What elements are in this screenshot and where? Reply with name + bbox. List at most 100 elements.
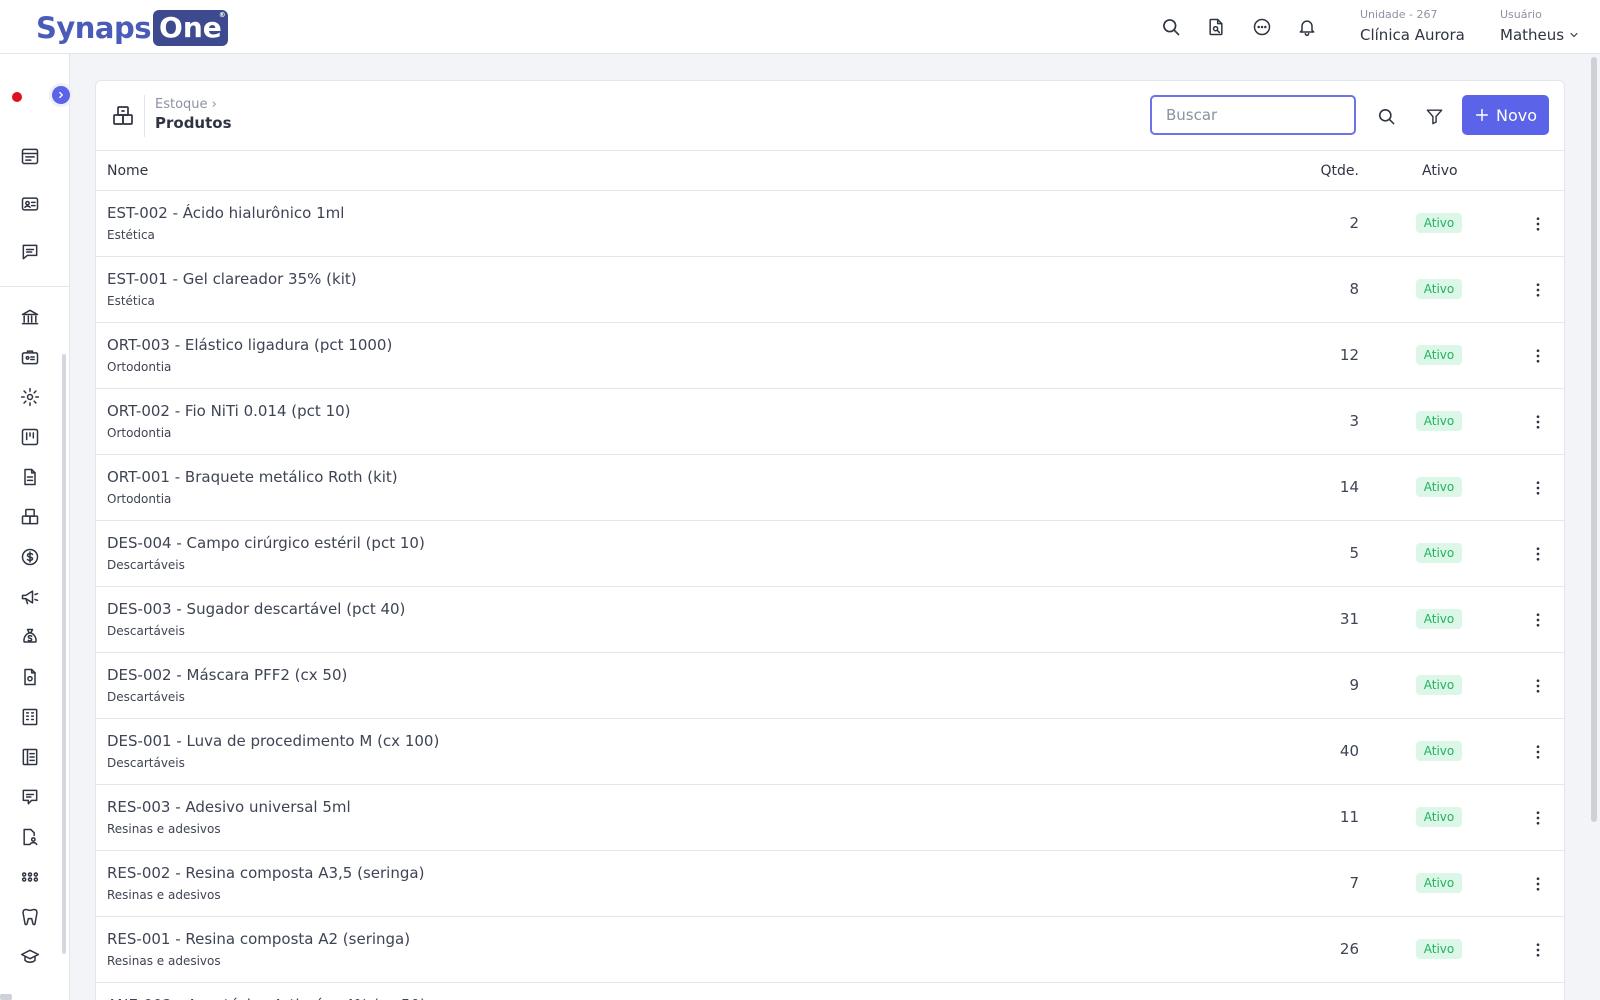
chat-icon[interactable]: [1250, 15, 1274, 39]
document-search-icon[interactable]: [1204, 15, 1228, 39]
bell-icon[interactable]: [1295, 15, 1319, 39]
row-actions-button[interactable]: [1526, 278, 1550, 302]
product-name[interactable]: ORT-003 - Elástico ligadura (pct 1000): [107, 335, 392, 355]
inventory-icon[interactable]: [18, 505, 42, 529]
column-header-name[interactable]: Nome: [107, 163, 148, 179]
row-actions-button[interactable]: [1526, 212, 1550, 236]
building-alt-icon[interactable]: [18, 745, 42, 769]
tooth-icon[interactable]: [18, 905, 42, 929]
more-vertical-icon: [1536, 547, 1540, 561]
breadcrumb[interactable]: Estoque ›: [155, 96, 217, 113]
agenda-icon[interactable]: [18, 144, 42, 168]
sidebar-scrollbar[interactable]: [62, 354, 66, 954]
product-category: Ortodontia: [107, 426, 172, 440]
column-header-qty[interactable]: Qtde.: [1321, 163, 1359, 179]
column-header-active[interactable]: Ativo: [1422, 163, 1458, 179]
building-icon[interactable]: [18, 705, 42, 729]
row-actions-button[interactable]: [1526, 344, 1550, 368]
table-row[interactable]: DES-001 - Luva de procedimento M (cx 100…: [96, 719, 1564, 785]
product-name[interactable]: DES-004 - Campo cirúrgico estéril (pct 1…: [107, 533, 425, 553]
row-actions-button[interactable]: [1526, 608, 1550, 632]
row-actions-button[interactable]: [1526, 542, 1550, 566]
comment-icon[interactable]: [18, 785, 42, 809]
product-name[interactable]: ANE-002 - Anestésico Articaína 4% (cx 50…: [107, 995, 426, 1000]
row-actions-button[interactable]: [1526, 806, 1550, 830]
unit-selector[interactable]: Unidade - 267 Clínica Aurora: [1360, 8, 1465, 46]
breadcrumb-estoque[interactable]: Estoque: [155, 97, 208, 112]
row-actions-button[interactable]: [1526, 740, 1550, 764]
dollar-icon[interactable]: [18, 545, 42, 569]
product-name[interactable]: ORT-002 - Fio NiTi 0.014 (pct 10): [107, 401, 351, 421]
search-input[interactable]: [1150, 95, 1356, 135]
status-badge: Ativo: [1416, 543, 1462, 563]
status-badge: Ativo: [1416, 411, 1462, 431]
product-name[interactable]: RES-002 - Resina composta A3,5 (seringa): [107, 863, 424, 883]
row-actions-button[interactable]: [1526, 410, 1550, 434]
table-row[interactable]: RES-001 - Resina composta A2 (seringa) Re…: [96, 917, 1564, 983]
table-row[interactable]: EST-002 - Ácido hialurônico 1ml Estética 2…: [96, 191, 1564, 257]
horizontal-scrollbar[interactable]: [0, 994, 12, 1000]
logo[interactable]: Synaps One ®: [36, 10, 228, 46]
bank-icon[interactable]: [18, 305, 42, 329]
new-product-button[interactable]: Novo: [1462, 95, 1549, 135]
search-icon[interactable]: [1159, 15, 1183, 39]
id-card-icon[interactable]: [18, 192, 42, 216]
table-row[interactable]: ORT-001 - Braquete metálico Roth (kit) Or…: [96, 455, 1564, 521]
briefcase-icon[interactable]: [18, 345, 42, 369]
status-badge: Ativo: [1416, 213, 1462, 233]
table-row[interactable]: ORT-003 - Elástico ligadura (pct 1000) Or…: [96, 323, 1564, 389]
kanban-icon[interactable]: [18, 425, 42, 449]
table-row[interactable]: DES-004 - Campo cirúrgico estéril (pct 1…: [96, 521, 1564, 587]
product-quantity: 2: [1349, 214, 1359, 232]
page-scrollbar[interactable]: [1591, 57, 1597, 822]
logo-text-one: One ®: [153, 10, 228, 46]
logo-one-label: One: [159, 11, 222, 44]
search-button[interactable]: [1373, 103, 1399, 129]
unit-name: Clínica Aurora: [1360, 26, 1465, 44]
product-name[interactable]: EST-001 - Gel clareador 35% (kit): [107, 269, 357, 289]
user-name: Matheus: [1500, 26, 1565, 44]
row-actions-button[interactable]: [1526, 938, 1550, 962]
apps-icon[interactable]: [18, 865, 42, 889]
row-actions-button[interactable]: [1526, 674, 1550, 698]
product-name[interactable]: DES-001 - Luva de procedimento M (cx 100…: [107, 731, 439, 751]
product-name[interactable]: DES-002 - Máscara PFF2 (cx 50): [107, 665, 347, 685]
chevron-right-icon: [52, 86, 70, 104]
product-category: Ortodontia: [107, 360, 172, 374]
product-name[interactable]: RES-001 - Resina composta A2 (seringa): [107, 929, 410, 949]
graduation-icon[interactable]: [18, 945, 42, 969]
product-name[interactable]: RES-003 - Adesivo universal 5ml: [107, 797, 351, 817]
product-name[interactable]: EST-002 - Ácido hialurônico 1ml: [107, 203, 344, 223]
user-menu[interactable]: Usuário Matheus: [1500, 8, 1580, 46]
patient-file-icon[interactable]: [18, 825, 42, 849]
row-actions-button[interactable]: [1526, 476, 1550, 500]
product-category: Descartáveis: [107, 624, 185, 638]
expand-sidebar-button[interactable]: [49, 83, 73, 107]
product-quantity: 14: [1339, 478, 1359, 496]
message-icon[interactable]: [18, 240, 42, 264]
more-vertical-icon: [1536, 613, 1540, 627]
report-icon[interactable]: [18, 665, 42, 689]
row-actions-button[interactable]: [1526, 872, 1550, 896]
table-row[interactable]: ORT-002 - Fio NiTi 0.014 (pct 10) Ortodon…: [96, 389, 1564, 455]
money-bag-icon[interactable]: [18, 625, 42, 649]
user-name-wrap[interactable]: Matheus: [1500, 24, 1580, 46]
more-vertical-icon: [1536, 679, 1540, 693]
document-icon[interactable]: [18, 465, 42, 489]
status-badge: Ativo: [1416, 807, 1462, 827]
table-row[interactable]: RES-002 - Resina composta A3,5 (seringa)…: [96, 851, 1564, 917]
gear-icon[interactable]: [18, 385, 42, 409]
table-row[interactable]: DES-002 - Máscara PFF2 (cx 50) Descartáve…: [96, 653, 1564, 719]
table-row[interactable]: ANE-002 - Anestésico Articaína 4% (cx 50…: [96, 983, 1564, 1000]
filter-button[interactable]: [1421, 103, 1447, 129]
product-name[interactable]: ORT-001 - Braquete metálico Roth (kit): [107, 467, 398, 487]
product-name[interactable]: DES-003 - Sugador descartável (pct 40): [107, 599, 405, 619]
product-quantity: 12: [1339, 346, 1359, 364]
more-vertical-icon: [1536, 217, 1540, 231]
table-row[interactable]: EST-001 - Gel clareador 35% (kit) Estétic…: [96, 257, 1564, 323]
table-row[interactable]: RES-003 - Adesivo universal 5ml Resinas e…: [96, 785, 1564, 851]
table-row[interactable]: DES-003 - Sugador descartável (pct 40) De…: [96, 587, 1564, 653]
search-icon: [1378, 108, 1394, 124]
megaphone-icon[interactable]: [18, 585, 42, 609]
product-list: EST-002 - Ácido hialurônico 1ml Estética 2…: [96, 191, 1564, 1000]
